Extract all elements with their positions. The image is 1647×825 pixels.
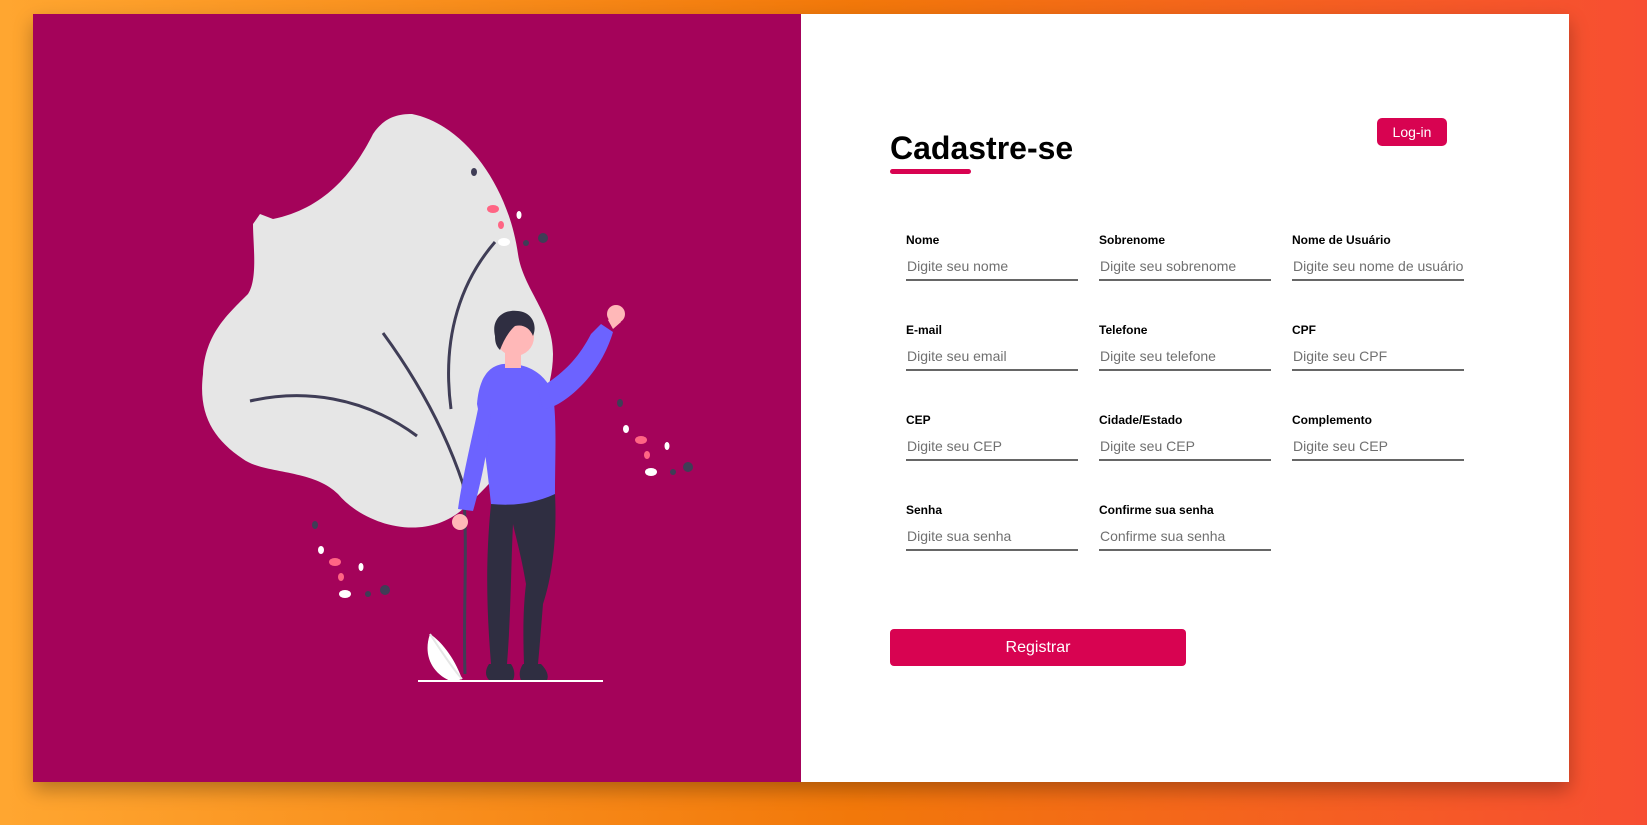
field-cidade-estado: Cidade/Estado — [1099, 413, 1271, 461]
senha-input[interactable] — [906, 527, 1078, 551]
field-label: Senha — [906, 503, 943, 517]
signup-form-panel: Cadastre-se Nome Sobrenome Nome de Usuár… — [801, 14, 1569, 782]
field-nome-de-usuario: Nome de Usuário — [1292, 233, 1464, 281]
login-button[interactable]: Log-in — [1377, 118, 1447, 146]
register-button[interactable]: Registrar — [890, 629, 1186, 666]
field-label: Nome de Usuário — [1292, 233, 1391, 247]
field-cep: CEP — [906, 413, 1078, 461]
username-input[interactable] — [1292, 257, 1464, 281]
email-input[interactable] — [906, 347, 1078, 371]
cpf-input[interactable] — [1292, 347, 1464, 371]
sobrenome-input[interactable] — [1099, 257, 1271, 281]
person-waving-with-plant-illustration — [202, 114, 693, 682]
field-confirme-senha: Confirme sua senha — [1099, 503, 1271, 551]
cidade-estado-input[interactable] — [1099, 437, 1271, 461]
illustration-panel — [33, 14, 801, 782]
field-email: E-mail — [906, 323, 1078, 371]
field-label: Telefone — [1099, 323, 1148, 337]
field-telefone: Telefone — [1099, 323, 1271, 371]
complemento-input[interactable] — [1292, 437, 1464, 461]
confirm-senha-input[interactable] — [1099, 527, 1271, 551]
field-sobrenome: Sobrenome — [1099, 233, 1271, 281]
field-label: Confirme sua senha — [1099, 503, 1214, 517]
field-label: E-mail — [906, 323, 943, 337]
field-label: CEP — [906, 413, 931, 427]
field-label: Complemento — [1292, 413, 1373, 427]
field-cpf: CPF — [1292, 323, 1464, 371]
signup-card: Cadastre-se Nome Sobrenome Nome de Usuár… — [33, 14, 1569, 782]
field-label: Nome — [906, 233, 940, 247]
field-label: CPF — [1292, 323, 1316, 337]
field-senha: Senha — [906, 503, 1078, 551]
nome-input[interactable] — [906, 257, 1078, 281]
field-nome: Nome — [906, 233, 1078, 281]
telefone-input[interactable] — [1099, 347, 1271, 371]
field-complemento: Complemento — [1292, 413, 1464, 461]
field-label: Sobrenome — [1099, 233, 1166, 247]
field-label: Cidade/Estado — [1099, 413, 1183, 427]
cep-input[interactable] — [906, 437, 1078, 461]
signup-form: Nome Sobrenome Nome de Usuário E-mail Te… — [801, 14, 1569, 782]
